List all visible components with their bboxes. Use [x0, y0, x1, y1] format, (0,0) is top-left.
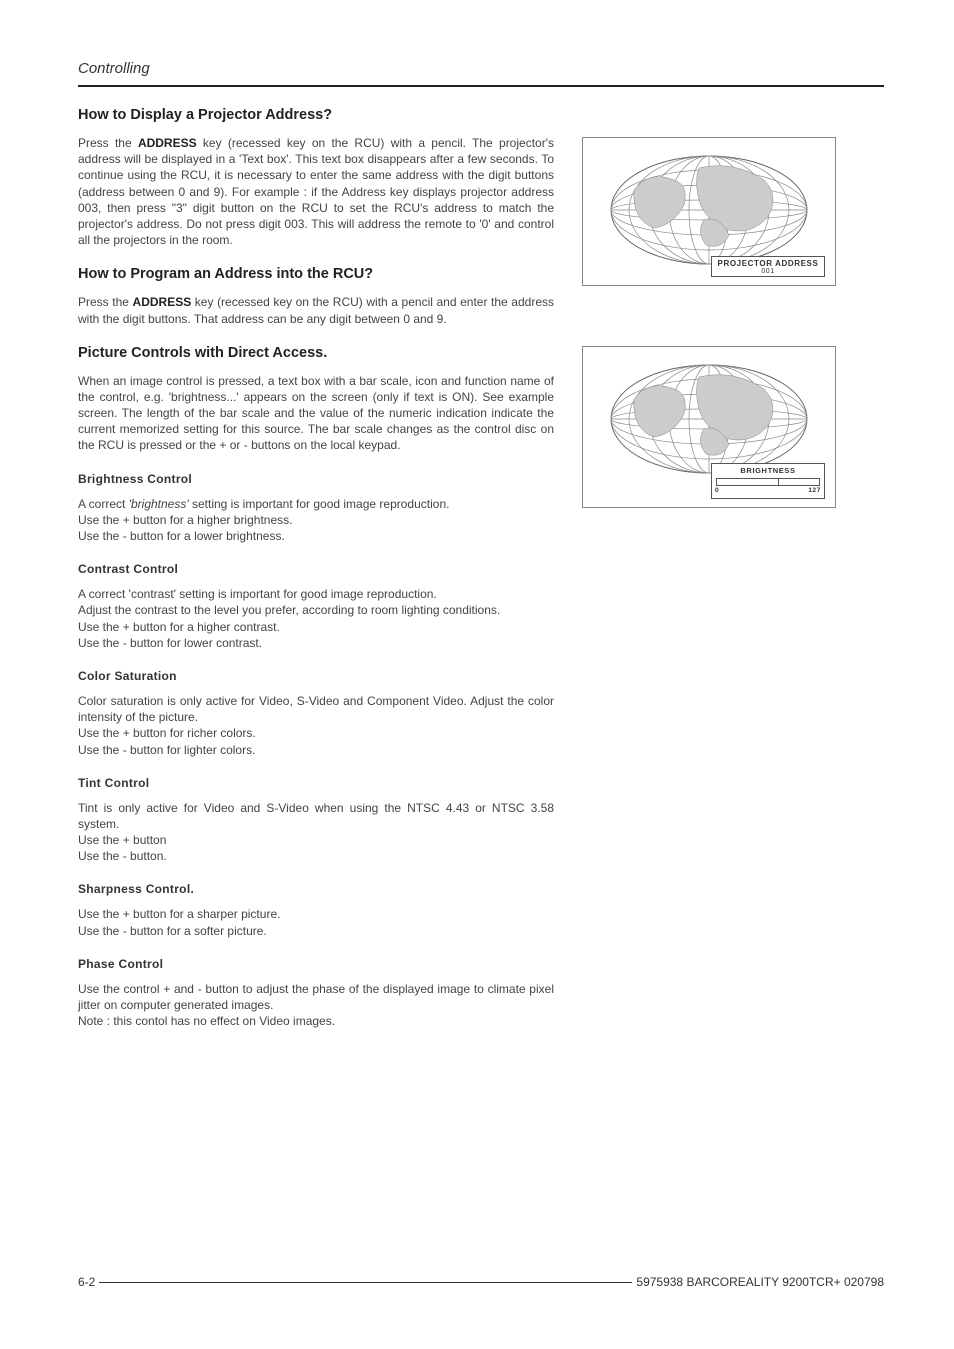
subhead-contrast: Contrast Control: [78, 562, 554, 576]
text: Tint is only active for Video and S-Vide…: [78, 800, 554, 832]
para-program-address: Press the ADDRESS key (recessed key on t…: [78, 294, 554, 326]
text: Color saturation is only active for Vide…: [78, 693, 554, 725]
block-phase: Use the control + and - button to adjust…: [78, 981, 554, 1030]
header-rule: [78, 85, 884, 87]
block-sharpness: Use the + button for a sharper picture. …: [78, 906, 554, 938]
text: Use the - button for a softer picture.: [78, 923, 554, 939]
block-tint: Tint is only active for Video and S-Vide…: [78, 800, 554, 865]
text: Use the + button for a higher brightness…: [78, 512, 554, 528]
block-color: Color saturation is only active for Vide…: [78, 693, 554, 758]
overlay-value: 001: [714, 268, 822, 275]
figure-projector-address: PROJECTOR ADDRESS 001: [582, 137, 836, 286]
doc-id: 5975938 BARCOREALITY 9200TCR+ 020798: [636, 1275, 884, 1289]
overlay-title: BRIGHTNESS: [740, 466, 795, 475]
subhead-sharpness: Sharpness Control.: [78, 882, 554, 896]
kbd-address: ADDRESS: [138, 136, 197, 150]
text: key (recessed key on the RCU) with a pen…: [78, 136, 554, 247]
subhead-color: Color Saturation: [78, 669, 554, 683]
section-header: Controlling: [78, 60, 884, 81]
text: A correct 'contrast' setting is importan…: [78, 586, 554, 602]
kbd-address: ADDRESS: [133, 295, 192, 309]
heading-picture-controls: Picture Controls with Direct Access.: [78, 345, 554, 361]
heading-display-address: How to Display a Projector Address?: [78, 107, 554, 123]
page-footer: 6-2 5975938 BARCOREALITY 9200TCR+ 020798: [78, 1275, 884, 1289]
text: Press the: [78, 136, 138, 150]
text: Use the - button.: [78, 848, 554, 864]
text: A correct: [78, 497, 129, 511]
text: Press the: [78, 295, 133, 309]
text: Use the - button for a lower brightness.: [78, 528, 554, 544]
text: Use the control + and - button to adjust…: [78, 981, 554, 1013]
text: Note : this contol has no effect on Vide…: [78, 1013, 554, 1029]
bar-fill: [717, 479, 779, 485]
text: Use the + button for a higher contrast.: [78, 619, 554, 635]
bar-max: 127: [808, 487, 821, 494]
globe-icon: [604, 150, 814, 270]
figure-brightness: BRIGHTNESS 0 127: [582, 346, 836, 508]
block-brightness: A correct 'brightness' setting is import…: [78, 496, 554, 545]
overlay-brightness: BRIGHTNESS 0 127: [711, 463, 825, 499]
heading-program-address: How to Program an Address into the RCU?: [78, 266, 554, 282]
subhead-phase: Phase Control: [78, 957, 554, 971]
page-number: 6-2: [78, 1275, 95, 1289]
subhead-brightness: Brightness Control: [78, 472, 554, 486]
bar-scale: [716, 478, 820, 486]
overlay-title: PROJECTOR ADDRESS: [718, 259, 819, 268]
footer-rule: [99, 1282, 632, 1283]
text-italic: 'brightness': [129, 497, 189, 511]
text: Use the + button for a sharper picture.: [78, 906, 554, 922]
globe-icon: [604, 359, 814, 479]
para-display-address: Press the ADDRESS key (recessed key on t…: [78, 135, 554, 248]
text: setting is important for good image repr…: [189, 497, 450, 511]
subhead-tint: Tint Control: [78, 776, 554, 790]
text: Adjust the contrast to the level you pre…: [78, 602, 554, 618]
text: Use the - button for lighter colors.: [78, 742, 554, 758]
text: Use the - button for lower contrast.: [78, 635, 554, 651]
para-picture-intro: When an image control is pressed, a text…: [78, 373, 554, 454]
bar-min: 0: [715, 487, 719, 494]
overlay-projector-address: PROJECTOR ADDRESS 001: [711, 256, 825, 277]
text: Use the + button: [78, 832, 554, 848]
block-contrast: A correct 'contrast' setting is importan…: [78, 586, 554, 651]
text: Use the + button for richer colors.: [78, 725, 554, 741]
